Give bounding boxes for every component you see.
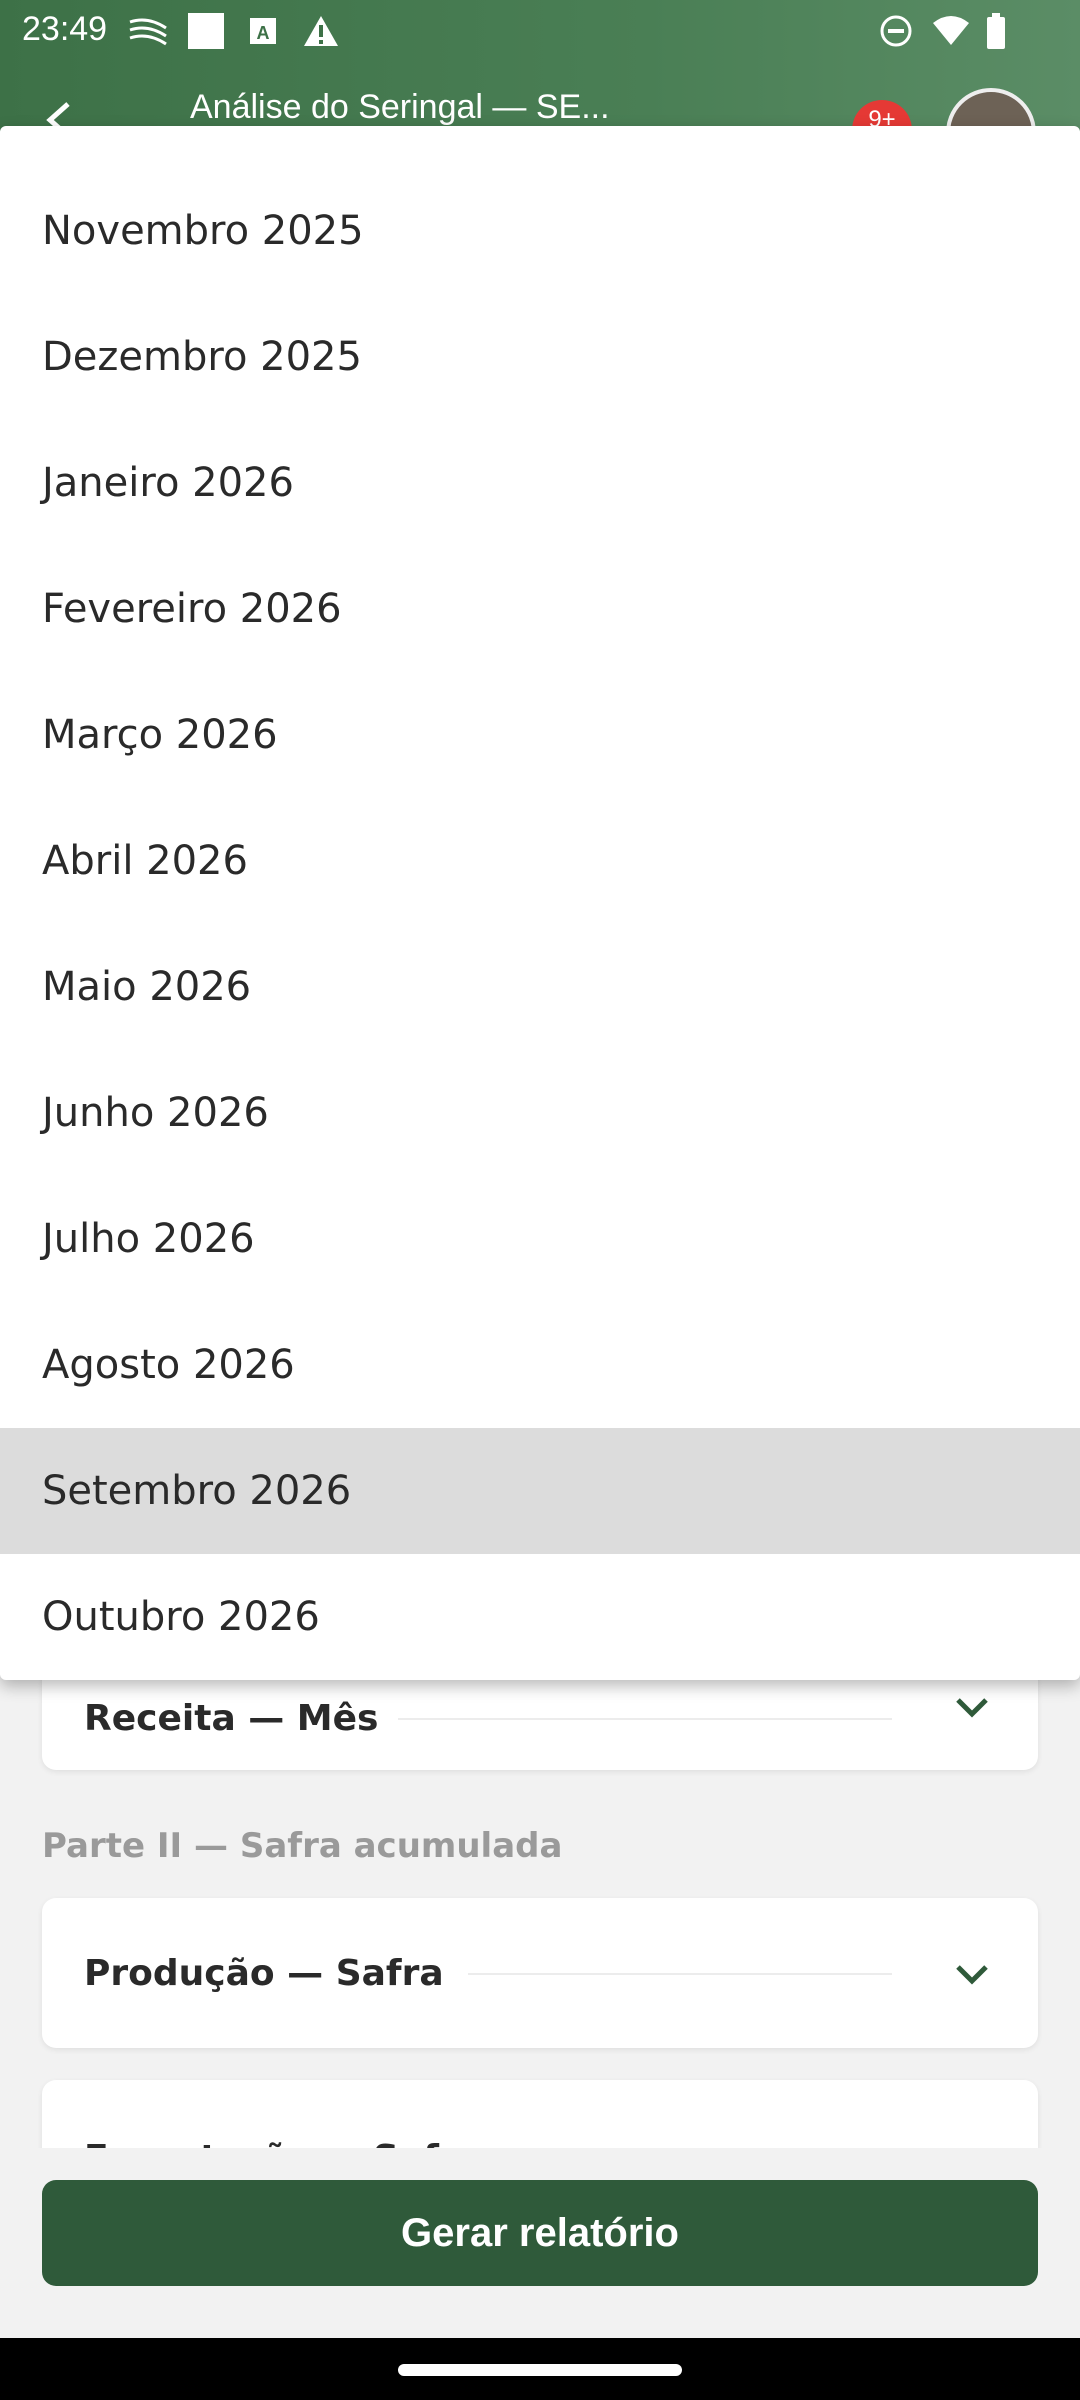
menu-item-month-selected[interactable]: Setembro 2026 xyxy=(0,1428,1080,1554)
wifi-icon xyxy=(930,12,972,50)
chevron-down-icon[interactable] xyxy=(954,1963,990,1992)
signal-stripes-icon xyxy=(128,12,168,50)
menu-item-month[interactable]: Fevereiro 2026 xyxy=(0,546,1080,672)
divider xyxy=(398,1718,892,1720)
page-title: Análise do Seringal — SE... xyxy=(190,88,610,126)
do-not-disturb-icon xyxy=(878,12,914,50)
card-title: Receita — Mês xyxy=(84,1698,379,1739)
menu-item-month[interactable]: Abril 2026 xyxy=(0,798,1080,924)
card-title: Produção — Safra xyxy=(84,1953,444,1994)
menu-item-month[interactable]: Março 2026 xyxy=(0,672,1080,798)
text-a-icon: A xyxy=(246,12,280,50)
battery-icon xyxy=(984,12,1008,50)
menu-item-month[interactable]: Maio 2026 xyxy=(0,924,1080,1050)
section-title: Parte II — Safra acumulada xyxy=(42,1826,563,1866)
menu-item-month[interactable]: Julho 2026 xyxy=(0,1176,1080,1302)
warning-icon xyxy=(302,12,340,50)
status-time: 23:49 xyxy=(22,10,108,48)
generate-report-button[interactable]: Gerar relatório xyxy=(42,2180,1038,2286)
month-dropdown-menu: Novembro 2025 Dezembro 2025 Janeiro 2026… xyxy=(0,126,1080,1680)
square-notification-icon xyxy=(186,12,226,50)
menu-item-month[interactable]: Novembro 2025 xyxy=(0,126,1080,294)
status-bar: 23:49 A xyxy=(0,0,1080,62)
menu-item-month[interactable]: Agosto 2026 xyxy=(0,1302,1080,1428)
svg-text:A: A xyxy=(257,23,270,43)
menu-item-month[interactable]: Junho 2026 xyxy=(0,1050,1080,1176)
chevron-down-icon[interactable] xyxy=(954,1696,990,1725)
menu-item-month[interactable]: Dezembro 2025 xyxy=(0,294,1080,420)
menu-item-month[interactable]: Janeiro 2026 xyxy=(0,420,1080,546)
home-gesture-handle[interactable] xyxy=(398,2364,682,2376)
menu-item-month[interactable]: Outubro 2026 xyxy=(0,1554,1080,1680)
divider xyxy=(468,1973,892,1975)
card-producao-safra[interactable]: Produção — Safra xyxy=(42,1898,1038,2048)
